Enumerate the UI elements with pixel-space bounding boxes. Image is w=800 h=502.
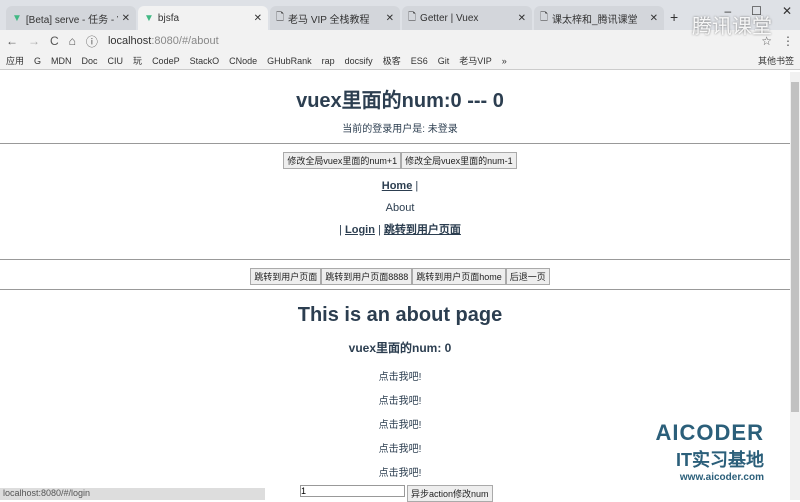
tab[interactable]: ▼[Beta] serve - 任务 - Vue✕ bbox=[6, 6, 136, 30]
tencent-watermark: 腾讯课堂 bbox=[692, 16, 772, 38]
tab[interactable]: 🗋 老马 VIP 全栈教程 ✕ bbox=[270, 6, 400, 30]
login-status: 当前的登录用户是: 未登录 bbox=[342, 124, 458, 135]
bookmark-item[interactable]: 老马VIP bbox=[459, 54, 492, 67]
user-page-link[interactable]: 跳转到用户页面 bbox=[384, 224, 461, 236]
bookmark-item[interactable]: CNode bbox=[229, 56, 257, 66]
click-me-text[interactable]: 点击我吧! bbox=[0, 368, 800, 383]
bookmark-item[interactable]: CodeP bbox=[152, 56, 180, 66]
route-user-button[interactable]: 跳转到用户页面 bbox=[250, 268, 322, 285]
bookmark-item[interactable]: Doc bbox=[82, 56, 98, 66]
close-icon[interactable]: ✕ bbox=[386, 13, 394, 24]
tab-label: bjsfa bbox=[157, 12, 180, 24]
forward-icon[interactable]: → bbox=[28, 34, 40, 48]
about-title: This is an about page bbox=[297, 304, 503, 326]
watermark-site: www.aicoder.com bbox=[679, 472, 764, 483]
url-host: localhost bbox=[107, 35, 152, 47]
tab-label: Getter | Vuex bbox=[420, 12, 479, 24]
increment-button[interactable]: 修改全局vuex里面的num+1 bbox=[283, 152, 402, 169]
home-link[interactable]: Home bbox=[382, 180, 413, 192]
about-num: vuex里面的num: 0 bbox=[348, 341, 452, 355]
decrement-button[interactable]: 修改全局vuex里面的num-1 bbox=[401, 152, 517, 169]
separator: | bbox=[415, 180, 419, 192]
bookmark-item[interactable]: StackO bbox=[190, 56, 220, 66]
bookmark-item[interactable]: GHubRank bbox=[267, 56, 312, 66]
url-path: :8080/#/about bbox=[151, 35, 219, 47]
page-title: vuex里面的num:0 --- 0 bbox=[296, 90, 504, 112]
scrollbar-thumb[interactable] bbox=[791, 82, 799, 412]
click-me-text[interactable]: 点击我吧! bbox=[0, 392, 800, 407]
info-icon: ⓘ bbox=[85, 34, 98, 49]
bookmark-item[interactable]: MDN bbox=[51, 56, 72, 66]
nav: Home | About | Login | 跳转到用户页面 bbox=[0, 175, 800, 241]
bookmark-item[interactable]: docsify bbox=[345, 56, 373, 66]
separator: | bbox=[378, 224, 381, 236]
url-input[interactable]: localhost:8080/#/about bbox=[108, 35, 751, 47]
back-icon[interactable]: ← bbox=[6, 34, 18, 48]
tab-label: 老马 VIP 全栈教程 bbox=[288, 14, 370, 26]
menu-icon[interactable]: ⋮ bbox=[782, 34, 794, 48]
tab-label: [Beta] serve - 任务 - Vue bbox=[25, 14, 118, 26]
bookmark-item[interactable]: Git bbox=[438, 56, 450, 66]
close-icon[interactable]: ✕ bbox=[254, 13, 262, 24]
tab-label: 课太梓和_腾讯课堂 bbox=[552, 14, 638, 26]
route-user-home-button[interactable]: 跳转到用户页面home bbox=[412, 268, 506, 285]
watermark-sub: IT实习基地 bbox=[676, 450, 764, 470]
divider bbox=[0, 289, 800, 290]
tab[interactable]: 🗋 Getter | Vuex ✕ bbox=[402, 6, 532, 30]
about-link[interactable]: About bbox=[0, 197, 800, 219]
bookmark-item[interactable]: CIU bbox=[108, 56, 124, 66]
home-icon[interactable]: ⌂ bbox=[69, 34, 76, 48]
new-tab-icon[interactable]: + bbox=[670, 9, 678, 25]
reload-icon[interactable]: C bbox=[50, 34, 59, 48]
go-back-button[interactable]: 后退一页 bbox=[505, 268, 550, 285]
status-bar: localhost:8080/#/login bbox=[0, 488, 265, 500]
bookmark-item[interactable]: 玩 bbox=[133, 54, 142, 67]
watermark-brand: AICODER bbox=[655, 420, 764, 445]
tab-active[interactable]: ▼ bjsfa ✕ bbox=[138, 6, 268, 30]
bookmark-item[interactable]: rap bbox=[322, 56, 335, 66]
close-icon[interactable]: ✕ bbox=[122, 13, 130, 24]
aicoder-watermark: AICODER IT实习基地 www.aicoder.com bbox=[656, 420, 764, 483]
tab-bar: ▼[Beta] serve - 任务 - Vue✕ ▼bjsfa✕ 🗋老马 VI… bbox=[0, 0, 800, 38]
bookmarks-bar: 应用 G MDN Doc CIU 玩 CodeP StackO CNode GHubRank rap… bbox=[0, 52, 800, 70]
bookmark-item[interactable]: G bbox=[34, 56, 41, 66]
bookmark-item[interactable]: 应用 bbox=[6, 54, 24, 67]
tab[interactable]: 🗋 课太梓和_腾讯课堂 ✕ bbox=[534, 6, 664, 30]
close-window-icon[interactable]: ✕ bbox=[782, 4, 792, 18]
close-icon[interactable]: ✕ bbox=[518, 13, 526, 24]
divider bbox=[0, 143, 800, 144]
divider bbox=[0, 259, 800, 260]
async-action-button[interactable]: 异步action修改num bbox=[407, 485, 493, 502]
bookmark-item[interactable]: 极客 bbox=[383, 54, 401, 67]
address-bar: ← → C ⌂ ⓘ localhost:8080/#/about ☆ ⋮ bbox=[0, 30, 800, 52]
bookmark-item[interactable]: 其他书签 bbox=[758, 54, 794, 67]
close-icon[interactable]: ✕ bbox=[650, 13, 658, 24]
bookmark-item[interactable]: » bbox=[502, 56, 507, 66]
bookmark-item[interactable]: ES6 bbox=[411, 56, 428, 66]
route-user-8888-button[interactable]: 跳转到用户页面8888 bbox=[321, 268, 413, 285]
separator: | bbox=[339, 224, 342, 236]
login-link[interactable]: Login bbox=[345, 224, 375, 236]
num-input[interactable] bbox=[300, 485, 405, 497]
